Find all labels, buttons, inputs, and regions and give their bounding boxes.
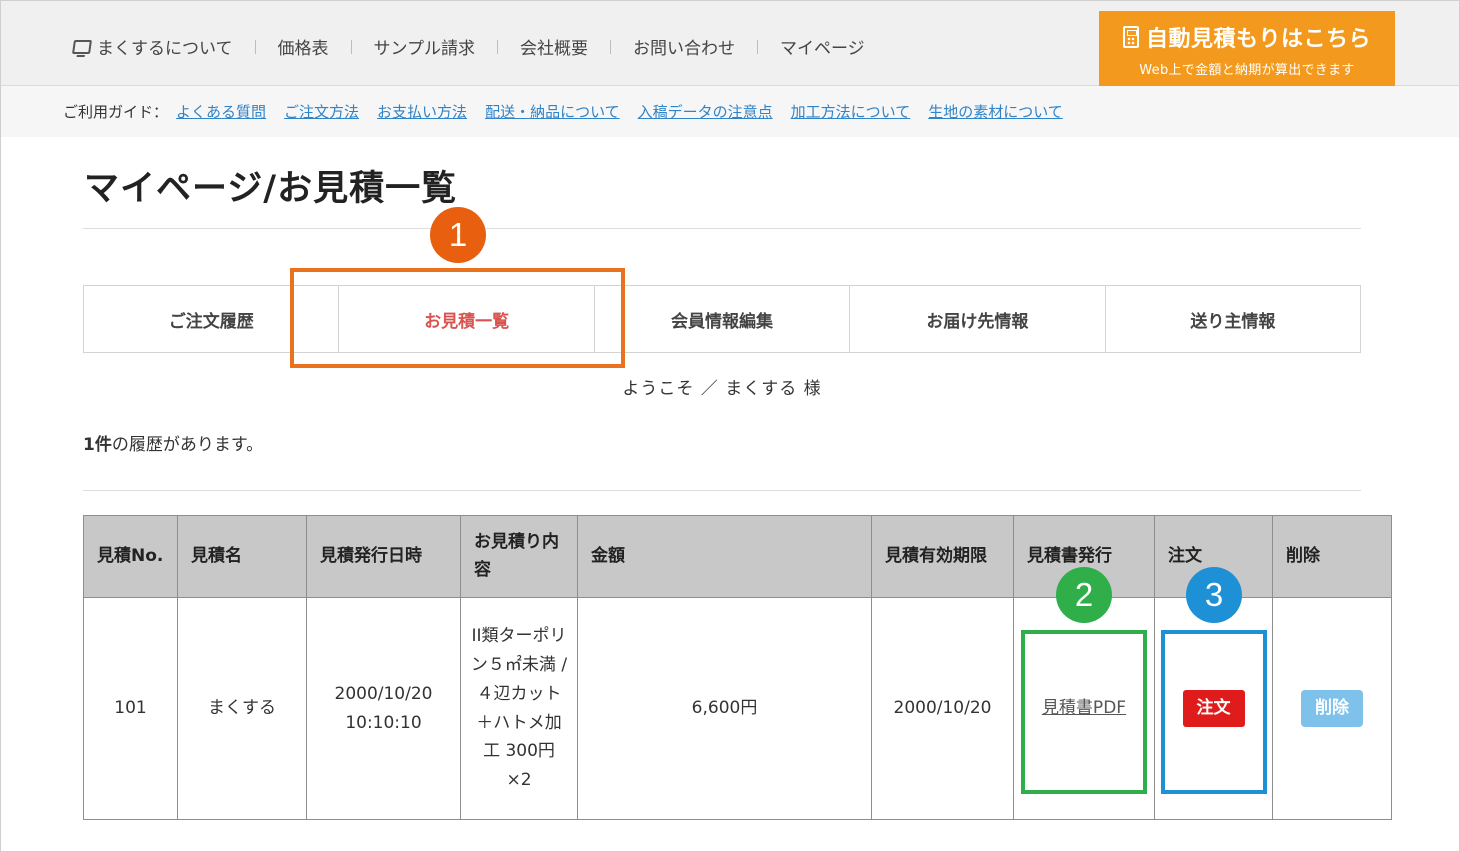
mypage-tabs: ご注文履歴 お見積一覧 会員情報編集 お届け先情報 送り主情報 [83,285,1361,353]
logo-icon [72,39,92,54]
cell-quote-no: 101 [83,597,178,820]
tab-quote-list[interactable]: お見積一覧 [339,286,595,352]
top-header: まくするについて 価格表 サンプル請求 会社概要 お問い合わせ マイページ 自動… [1,1,1459,86]
history-count: 1件の履歴があります。 [83,430,263,455]
guide-link-faq[interactable]: よくある質問 [176,101,266,122]
cell-quote-name: まくする [177,597,307,820]
nav-contact[interactable]: お問い合わせ [633,34,735,59]
nav-separator [610,39,611,54]
tab-delivery-address[interactable]: お届け先情報 [850,286,1106,352]
header-issued-at: 見積発行日時 [306,515,461,598]
guide-link-data-notes[interactable]: 入稿データの注意点 [638,101,773,122]
nav-separator [254,39,256,54]
cell-quote-content: II類ターポリン５㎡未満 / ４辺カット＋ハトメ加工 300円 ×2 [460,597,578,820]
title-divider [83,228,1361,229]
guide-link-processing[interactable]: 加工方法について [791,101,911,122]
nav-separator [350,39,352,54]
nav-about-label: まくするについて [97,39,233,59]
auto-estimate-label: 自動見積もりはこちら [1145,27,1371,52]
guide-links: ご利用ガイド： よくある質問 ご注文方法 お支払い方法 配送・納品について 入稿… [63,101,1081,122]
guide-link-materials[interactable]: 生地の素材について [928,101,1063,122]
guide-link-payment[interactable]: お支払い方法 [377,101,467,122]
auto-estimate-subtext: Web上で金額と納期が算出できます [1139,63,1355,78]
step-badge-2: 2 [1056,567,1112,623]
cell-order: 注文 [1154,597,1273,820]
guide-link-order-method[interactable]: ご注文方法 [284,101,359,122]
header-quote-name: 見積名 [177,515,307,598]
guide-link-delivery[interactable]: 配送・納品について [485,101,620,122]
guide-label: ご利用ガイド： [63,103,169,121]
welcome-message: ようこそ ／ まくする 様 [622,379,822,399]
tab-sender-info[interactable]: 送り主情報 [1105,286,1361,352]
main-nav: まくするについて 価格表 サンプル請求 会社概要 お問い合わせ マイページ [72,34,865,59]
tab-order-history[interactable]: ご注文履歴 [84,286,340,352]
cell-expiry: 2000/10/20 [871,597,1014,820]
header-expiry: 見積有効期限 [871,515,1014,598]
page-title: マイページ/お見積一覧 [84,169,458,209]
nav-company[interactable]: 会社概要 [520,34,588,59]
count-divider [83,490,1361,491]
delete-button[interactable]: 削除 [1301,690,1363,727]
header-quote-no: 見積No. [83,515,178,598]
calculator-icon [1122,26,1139,48]
history-count-number: 1件 [83,435,112,455]
nav-sample-request[interactable]: サンプル請求 [374,34,476,59]
table-row: 101 まくする 2000/10/20 10:10:10 II類ターポリン５㎡未… [83,597,1392,820]
cell-delete: 削除 [1272,597,1392,820]
tab-member-info[interactable]: 会員情報編集 [594,286,851,352]
quote-pdf-link[interactable]: 見積書PDF [1042,698,1126,718]
cell-issued-at: 2000/10/20 10:10:10 [306,597,461,820]
header-amount: 金額 [577,515,872,598]
cell-quote-pdf: 見積書PDF [1013,597,1155,820]
quote-table: 見積No. 見積名 見積発行日時 お見積り内容 金額 見積有効期限 見積書発行 … [83,515,1392,820]
nav-about[interactable]: まくするについて [72,34,233,59]
header-delete: 削除 [1272,515,1392,598]
step-badge-1: 1 [430,207,486,263]
order-button[interactable]: 注文 [1182,690,1245,727]
auto-estimate-main: 自動見積もりはこちら [1099,21,1395,53]
nav-mypage[interactable]: マイページ [780,34,865,59]
history-count-text: の履歴があります。 [111,435,264,455]
guide-bar: ご利用ガイド： よくある質問 ご注文方法 お支払い方法 配送・納品について 入稿… [1,86,1459,137]
nav-price-list[interactable]: 価格表 [278,34,329,59]
cell-amount: 6,600円 [577,597,872,820]
step-badge-3: 3 [1186,567,1242,623]
nav-separator [497,39,498,54]
nav-separator [757,39,758,54]
auto-estimate-button[interactable]: 自動見積もりはこちら Web上で金額と納期が算出できます [1099,11,1395,86]
header-quote-content: お見積り内容 [460,515,578,598]
